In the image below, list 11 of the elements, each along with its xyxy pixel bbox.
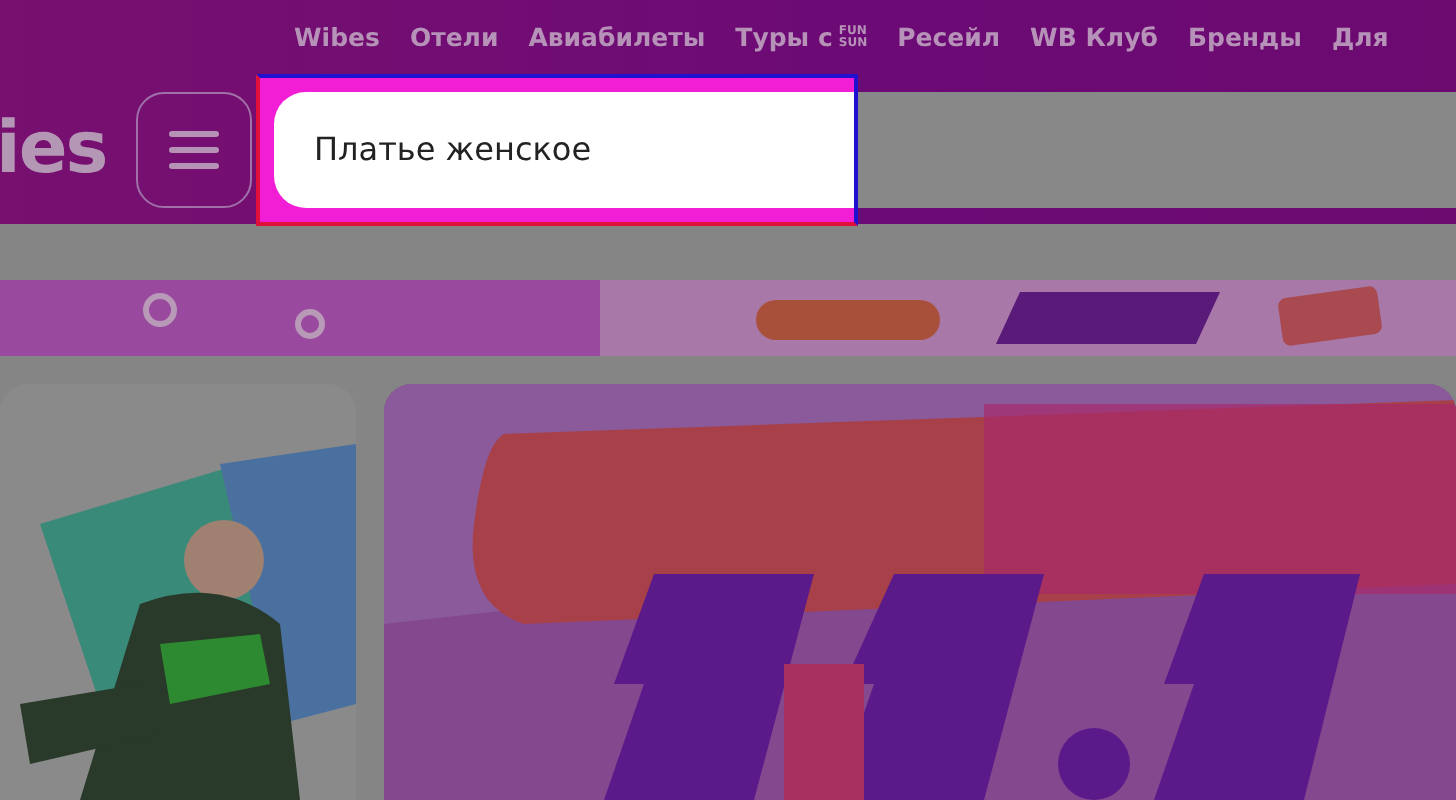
menu-icon <box>168 127 220 172</box>
logo[interactable]: ies <box>0 113 136 186</box>
nav-link[interactable]: Для <box>1331 20 1389 58</box>
nav-link[interactable]: Бренды <box>1187 20 1302 58</box>
nav-link[interactable]: Wibes <box>294 20 380 58</box>
nav-link[interactable]: Ресейл <box>897 20 1001 58</box>
nav-link[interactable]: Авиабилеты <box>528 20 706 58</box>
nav-link[interactable]: WB Клуб <box>1030 20 1158 58</box>
nav-link[interactable]: Отели <box>409 20 499 58</box>
menu-button[interactable] <box>136 91 252 208</box>
search-field[interactable]: Платье женское <box>256 73 858 226</box>
